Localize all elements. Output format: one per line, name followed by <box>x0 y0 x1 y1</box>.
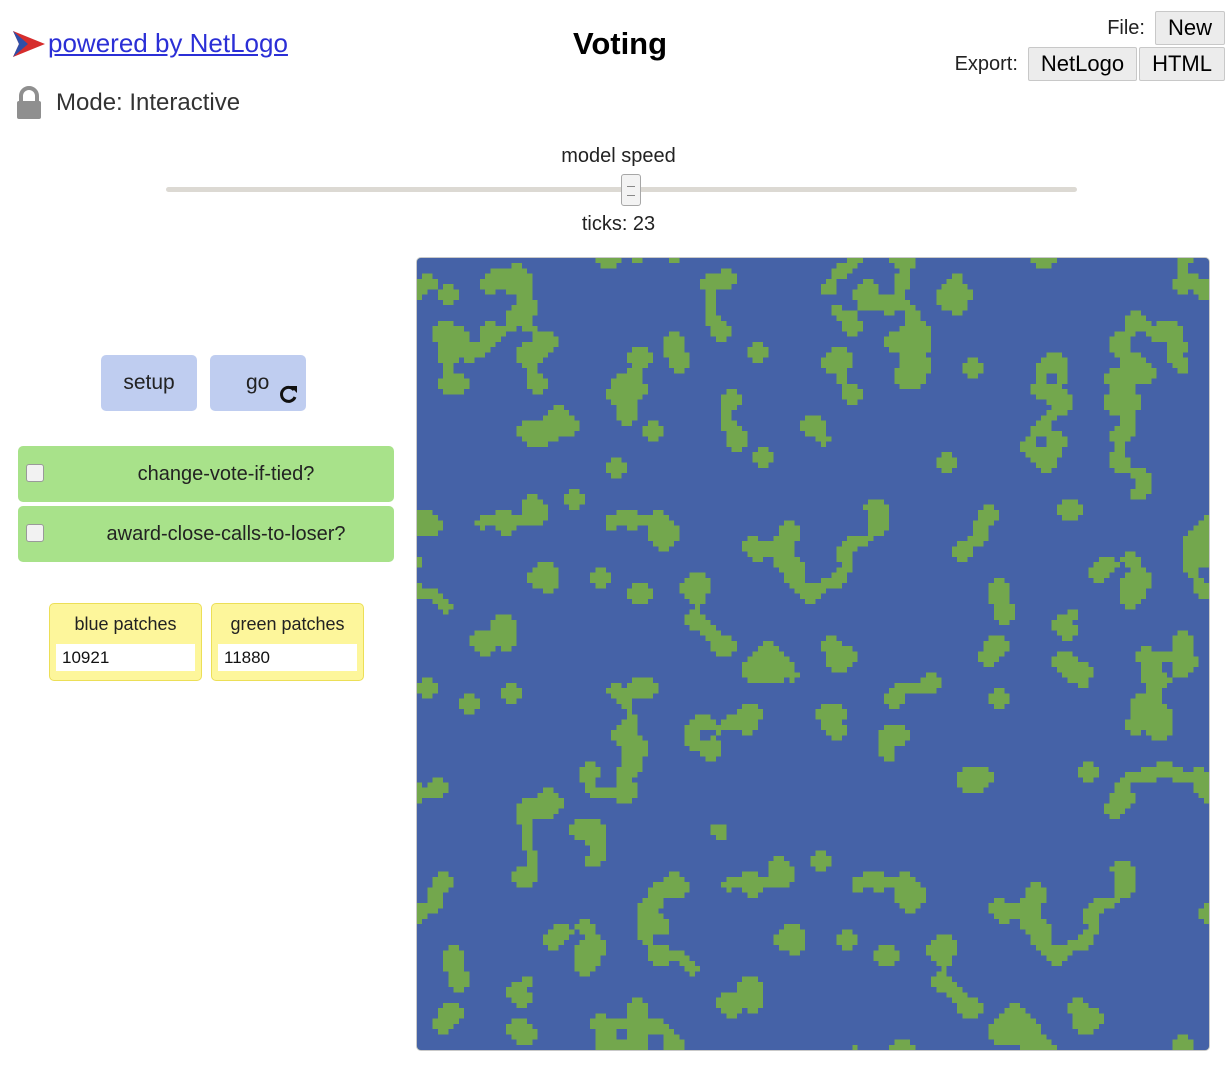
mode-label: Mode: Interactive <box>56 89 241 116</box>
change-vote-if-tied-checkbox[interactable] <box>26 464 44 482</box>
export-netlogo-button[interactable]: NetLogo <box>1027 47 1138 81</box>
monitor-value: 11880 <box>218 644 357 671</box>
export-controls: Export: NetLogo HTML <box>955 47 1225 81</box>
monitor-blue-patches: blue patches 10921 <box>49 603 202 681</box>
netlogo-logo-icon <box>13 31 45 57</box>
setup-button[interactable]: setup <box>101 355 197 411</box>
powered-by-label: powered by NetLogo <box>48 28 288 58</box>
world-canvas[interactable] <box>417 258 1209 1050</box>
switch-label: change-vote-if-tied? <box>137 463 315 485</box>
ticks-counter: ticks: 23 <box>581 213 656 235</box>
powered-by-netlogo-link[interactable]: powered by NetLogo <box>12 28 288 58</box>
model-speed-label: model speed <box>561 145 676 167</box>
setup-button-label: setup <box>123 371 175 394</box>
lock-icon <box>17 86 41 119</box>
model-speed-slider-thumb[interactable] <box>620 174 641 206</box>
monitor-label: blue patches <box>74 614 177 634</box>
award-close-calls-to-loser-checkbox[interactable] <box>26 524 44 542</box>
file-label: File: <box>1107 16 1145 39</box>
monitor-value: 10921 <box>56 644 195 671</box>
switch-label: award-close-calls-to-loser? <box>106 523 346 545</box>
netlogo-page: powered by NetLogo Mode: Interactive Vot… <box>0 0 1231 1070</box>
export-label: Export: <box>954 52 1018 75</box>
export-html-button[interactable]: HTML <box>1139 47 1225 81</box>
switch-change-vote-if-tied[interactable]: change-vote-if-tied? <box>18 446 394 502</box>
new-file-button[interactable]: New <box>1154 11 1225 45</box>
monitor-label: green patches <box>230 614 345 634</box>
model-title: Voting <box>572 26 668 61</box>
go-button[interactable]: go <box>210 355 306 411</box>
world-view[interactable] <box>416 257 1210 1051</box>
file-controls: File: New <box>1107 11 1225 45</box>
monitor-green-patches: green patches 11880 <box>211 603 364 681</box>
go-button-label: go <box>246 371 270 394</box>
forever-icon <box>280 385 297 403</box>
switch-award-close-calls-to-loser[interactable]: award-close-calls-to-loser? <box>18 506 394 562</box>
mode-indicator[interactable]: Mode: Interactive <box>14 86 240 120</box>
